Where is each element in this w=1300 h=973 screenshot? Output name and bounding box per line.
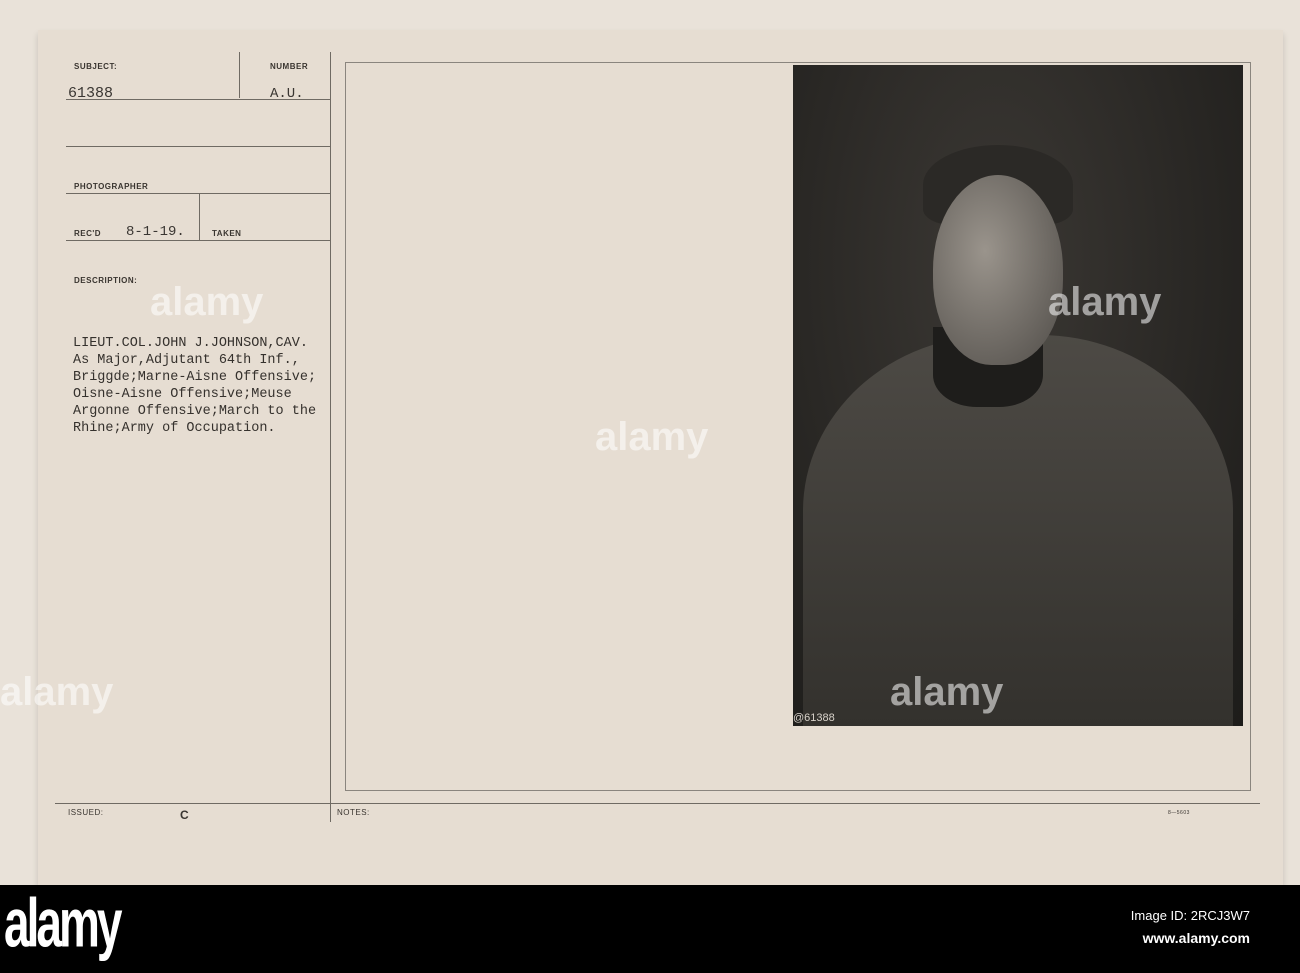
notes-label: NOTES:: [337, 808, 370, 817]
number-label: NUMBER: [270, 62, 309, 71]
watermark-band: alamy Image ID: 2RCJ3W7 www.alamy.com: [0, 885, 1300, 973]
recd-value: 8-1-19.: [126, 224, 185, 240]
divider: [55, 803, 1260, 804]
divider: [199, 194, 200, 240]
taken-label: TAKEN: [212, 229, 242, 238]
divider: [66, 146, 330, 147]
recd-label: REC'D: [74, 229, 102, 238]
image-id: Image ID: 2RCJ3W7: [1130, 908, 1250, 923]
watermark: alamy: [150, 280, 264, 324]
photographer-label: PHOTOGRAPHER: [74, 182, 149, 191]
watermark: alamy: [1048, 280, 1162, 324]
issued-label: ISSUED:: [68, 808, 104, 817]
divider: [66, 240, 330, 241]
face: [933, 175, 1063, 365]
form-code: 8—5603: [1168, 810, 1190, 816]
description-text: LIEUT.COL.JOHN J.JOHNSON,CAV. As Major,A…: [73, 336, 317, 436]
photo-number: @61388: [793, 712, 835, 724]
portrait-photo: @61388: [793, 65, 1243, 726]
divider: [66, 99, 330, 100]
description-label: DESCRIPTION:: [74, 276, 138, 285]
issued-value: C: [180, 808, 189, 822]
site-url[interactable]: www.alamy.com: [1131, 927, 1250, 949]
watermark: alamy: [0, 670, 114, 714]
watermark: alamy: [890, 670, 1004, 714]
image-info: Image ID: 2RCJ3W7 www.alamy.com: [1131, 905, 1250, 949]
column-divider: [330, 52, 331, 822]
divider: [239, 52, 240, 98]
alamy-logo: alamy: [4, 883, 122, 962]
subject-label: SUBJECT:: [74, 62, 118, 71]
watermark: alamy: [595, 415, 709, 459]
divider: [66, 193, 330, 194]
